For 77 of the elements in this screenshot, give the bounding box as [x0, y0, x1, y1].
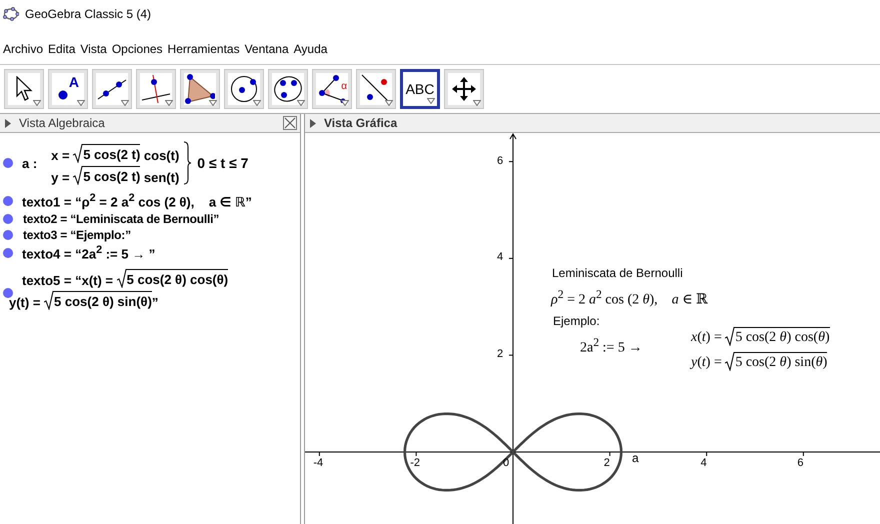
angle-icon — [318, 75, 346, 103]
tool-button[interactable] — [136, 69, 176, 109]
tool-button[interactable] — [92, 69, 132, 109]
formula-line: x = 5 cos(2 t) cos(t) — [51, 141, 180, 163]
brace-icon — [183, 141, 192, 185]
dropdown-triangle-icon — [253, 100, 261, 106]
dropdown-triangle-icon — [77, 100, 85, 106]
visibility-dot[interactable] — [3, 288, 13, 298]
menu-item[interactable]: Vista — [80, 42, 107, 56]
tool-button[interactable]: ABC — [400, 69, 440, 109]
panel-title: Vista Algebraica — [19, 116, 106, 130]
object-label: a : — [22, 156, 38, 170]
tool-button[interactable] — [180, 69, 220, 109]
app-logo-icon — [3, 7, 19, 21]
tool-button[interactable] — [268, 69, 308, 109]
dropdown-triangle-icon — [209, 100, 217, 106]
perpendicular-lines-icon — [141, 74, 171, 104]
visibility-dot[interactable] — [3, 230, 13, 240]
tool-button[interactable]: A — [48, 69, 88, 109]
line-through-points-icon — [97, 77, 127, 101]
formula-line: y(t) = 5 cos(2 θ) sin(θ)” — [9, 288, 228, 310]
graphics-formula[interactable]: 2a$^{2}$ := 5 → — [580, 336, 642, 357]
dropdown-triangle-icon — [473, 100, 481, 106]
menu-item[interactable]: Herramientas — [168, 42, 240, 56]
y-tick-label: 4 — [497, 250, 504, 264]
tool-button[interactable] — [444, 69, 484, 109]
dropdown-triangle-icon — [427, 98, 435, 104]
arrow-cursor-icon — [15, 76, 33, 102]
x-tick-label: 6 — [797, 456, 804, 470]
tool-button[interactable] — [356, 69, 396, 109]
dropdown-triangle-icon — [121, 100, 129, 106]
ellipse-icon — [273, 75, 303, 103]
y-tick-label: 6 — [497, 154, 504, 168]
visibility-dot[interactable] — [3, 158, 13, 168]
point-icon — [58, 90, 68, 100]
x-tick-label: 2 — [604, 456, 610, 470]
menu-item[interactable]: Edita — [48, 42, 76, 56]
graphics-text[interactable]: Leminiscata de Bernoulli — [552, 266, 683, 280]
x-tick-label: -4 — [313, 456, 324, 470]
tool-button[interactable]: α — [312, 69, 352, 109]
parameter-range: 0 ≤ t ≤ 7 — [197, 155, 248, 171]
menu-item[interactable]: Ayuda — [294, 42, 328, 56]
visibility-dot[interactable] — [3, 248, 13, 258]
tool-button[interactable] — [224, 69, 264, 109]
menu-item[interactable]: Opciones — [112, 42, 163, 56]
window-title: GeoGebra Classic 5 (4) — [25, 7, 152, 21]
menu-item[interactable]: Ventana — [244, 42, 289, 56]
x-tick-label: 4 — [700, 456, 707, 470]
dropdown-triangle-icon — [33, 100, 41, 106]
formula-line: texto5 = “x(t) = 5 cos(2 θ) cos(θ) — [22, 266, 228, 288]
triangle-icon — [185, 74, 215, 104]
dropdown-triangle-icon — [165, 100, 173, 106]
x-tick-label: 0 — [503, 456, 510, 470]
y-tick-label: 2 — [497, 347, 504, 362]
text-object: texto3 = “Ejemplo:” — [23, 228, 131, 242]
circle-icon — [230, 75, 258, 103]
collapse-triangle-icon[interactable] — [5, 118, 11, 128]
menu-item[interactable]: Archivo — [3, 42, 44, 56]
dropdown-triangle-icon — [297, 100, 305, 106]
graphics-formula[interactable]: ρ$^{2}$ = 2 a$^{2}$ cos (2 θ), a ∈ ℝ — [551, 288, 708, 309]
tool-button[interactable] — [4, 69, 44, 109]
text-object: texto1 = “ρ$^{2}$ = 2 a$^{2}$ cos (2 θ), a ∈ ℝ” — [22, 192, 252, 210]
x-tick-label: -2 — [410, 456, 420, 470]
dropdown-triangle-icon — [385, 100, 393, 106]
move-arrows-icon — [451, 76, 477, 102]
formula-line: y = 5 cos(2 t) sen(t) — [51, 163, 180, 185]
close-icon[interactable] — [283, 116, 297, 130]
visibility-dot[interactable] — [3, 196, 13, 206]
collapse-triangle-icon[interactable] — [310, 118, 316, 128]
text-object: texto2 = “Leminiscata de Bernoulli” — [23, 212, 220, 226]
dropdown-triangle-icon — [341, 100, 349, 106]
curve-label: a — [632, 451, 639, 465]
panel-title: Vista Gráfica — [324, 116, 398, 130]
text-object: texto4 = “2a$^{2}$ := 5 → ” — [22, 244, 156, 262]
lemniscate-curve[interactable] — [404, 412, 622, 492]
visibility-dot[interactable] — [3, 214, 13, 224]
graphics-text[interactable]: Ejemplo: — [553, 314, 600, 328]
